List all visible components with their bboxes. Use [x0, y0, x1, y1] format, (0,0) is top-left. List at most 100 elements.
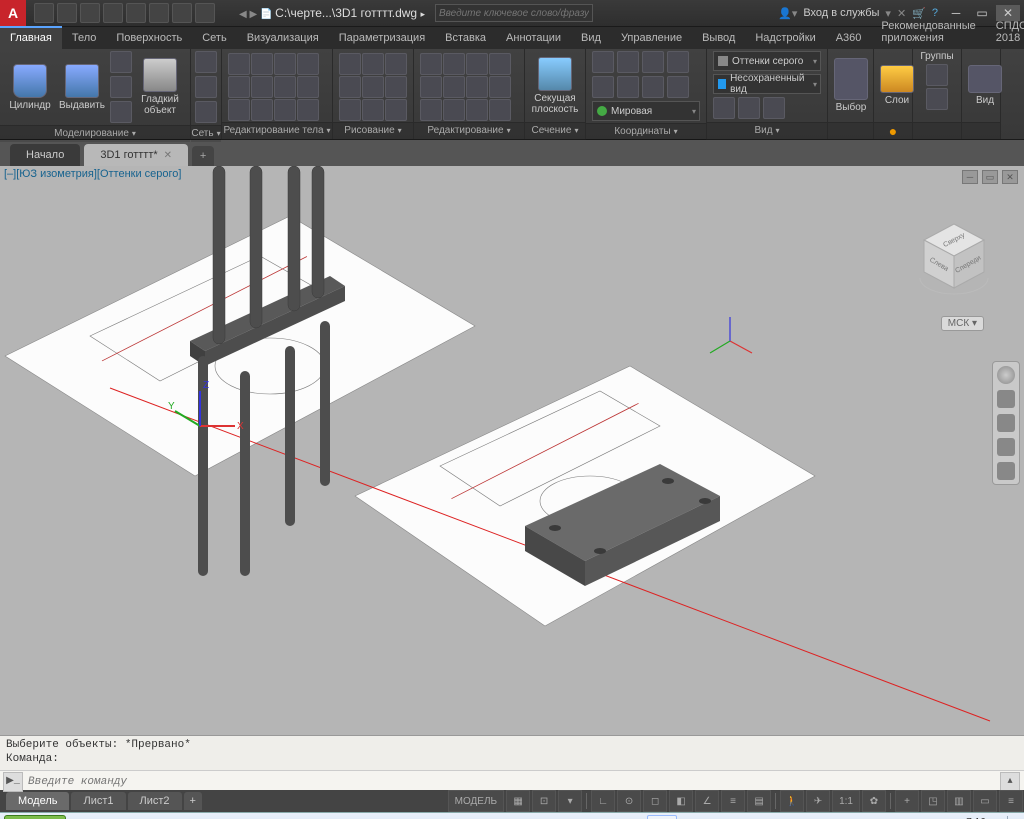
taskbar-chrome[interactable]: [263, 815, 293, 819]
taskbar-app[interactable]: [391, 815, 421, 819]
coord-btn[interactable]: [592, 51, 614, 73]
section-plane-button[interactable]: Секущая плоскость: [531, 57, 579, 115]
ribbon-tab-a360[interactable]: A360: [826, 28, 872, 49]
status-scale[interactable]: 1:1: [832, 790, 860, 812]
ribbon-tab-addins[interactable]: Надстройки: [745, 28, 825, 49]
extrude-button[interactable]: Выдавить: [58, 64, 106, 111]
revolve-button[interactable]: [110, 51, 132, 73]
canvas[interactable]: X Y Z: [0, 166, 1024, 735]
solidedit-btn[interactable]: [251, 53, 273, 75]
status-gear-icon[interactable]: ✿: [862, 790, 886, 812]
status-qp-icon[interactable]: ▥: [947, 790, 971, 812]
draw-btn[interactable]: [339, 99, 361, 121]
qat-saveas[interactable]: [103, 3, 123, 23]
steering-wheel-icon[interactable]: [997, 366, 1015, 384]
ribbon-tab-annotate[interactable]: Аннотации: [496, 28, 571, 49]
doc-tab-drawing[interactable]: 3D1 готттт*✕: [84, 144, 188, 166]
orbit-icon[interactable]: [997, 438, 1015, 456]
taskbar-visio[interactable]: [327, 815, 357, 819]
view-btn[interactable]: [763, 97, 785, 119]
solidedit-btn[interactable]: [297, 53, 319, 75]
doc-tab-start[interactable]: Начало: [10, 144, 80, 166]
status-snap-icon[interactable]: ⊡: [532, 790, 556, 812]
ribbon-tab-spds[interactable]: СПДС 2018: [986, 16, 1024, 49]
ribbon-tab-home[interactable]: Главная: [0, 26, 62, 49]
taskbar-app[interactable]: [103, 815, 133, 819]
qat-redo[interactable]: [172, 3, 192, 23]
layout-tab-2[interactable]: Лист2: [128, 792, 182, 810]
status-otrack-icon[interactable]: ∠: [695, 790, 719, 812]
taskbar-monitor[interactable]: [519, 815, 549, 819]
drawing-viewport[interactable]: [–][ЮЗ изометрия][Оттенки серого] ─ ▭ ✕: [0, 166, 1024, 735]
solidedit-btn[interactable]: [251, 99, 273, 121]
taskbar-app[interactable]: [359, 815, 389, 819]
help-search[interactable]: [435, 4, 593, 22]
smooth-button[interactable]: Гладкий объект: [136, 58, 184, 116]
solidedit-btn[interactable]: [274, 76, 296, 98]
qat-new[interactable]: [34, 3, 54, 23]
selection-button[interactable]: Выбор: [834, 58, 868, 113]
status-walk-icon[interactable]: 🚶: [780, 790, 804, 812]
draw-btn[interactable]: [385, 76, 407, 98]
mesh-btn2[interactable]: [195, 76, 217, 98]
panel-title-modeling[interactable]: Моделирование▾: [0, 125, 190, 142]
ribbon-tab-parametric[interactable]: Параметризация: [329, 28, 435, 49]
status-3dosnap-icon[interactable]: ◧: [669, 790, 693, 812]
help-search-input[interactable]: [435, 4, 593, 22]
panel-title-solidedit[interactable]: Редактирование тела▾: [222, 122, 332, 139]
command-input[interactable]: [26, 775, 997, 789]
pan-icon[interactable]: [997, 390, 1015, 408]
modify-btn[interactable]: [489, 76, 511, 98]
panel-title-mesh[interactable]: Сеть▾: [191, 125, 221, 142]
status-tpy-icon[interactable]: ▤: [747, 790, 771, 812]
cylinder-button[interactable]: Цилиндр: [6, 64, 54, 111]
taskbar-paint[interactable]: [551, 815, 581, 819]
modify-btn[interactable]: [443, 99, 465, 121]
taskbar-calc[interactable]: [455, 815, 485, 819]
draw-btn[interactable]: [385, 99, 407, 121]
taskbar-word[interactable]: [135, 815, 165, 819]
command-toggle-icon[interactable]: ▶_: [3, 772, 23, 792]
layout-tab-add[interactable]: +: [184, 792, 202, 810]
ribbon-tab-manage[interactable]: Управление: [611, 28, 692, 49]
qat-open[interactable]: [57, 3, 77, 23]
draw-btn[interactable]: [362, 99, 384, 121]
solidedit-btn[interactable]: [297, 76, 319, 98]
coord-btn[interactable]: [642, 51, 664, 73]
command-recent-icon[interactable]: ▴: [1000, 772, 1020, 792]
layout-tab-model[interactable]: Модель: [6, 792, 69, 810]
status-clean-icon[interactable]: ▭: [973, 790, 997, 812]
status-model-button[interactable]: МОДЕЛЬ: [448, 790, 504, 812]
qat-plot[interactable]: [126, 3, 146, 23]
status-ortho-icon[interactable]: ∟: [591, 790, 615, 812]
status-custom-icon[interactable]: ≡: [999, 790, 1023, 812]
panel-title-section[interactable]: Сечение▾: [525, 122, 585, 139]
modify-btn[interactable]: [420, 53, 442, 75]
panel-title-view[interactable]: Вид▾: [707, 122, 827, 139]
ribbon-tab-surface[interactable]: Поверхность: [106, 28, 192, 49]
taskbar-app[interactable]: [71, 815, 101, 819]
solidedit-btn[interactable]: [228, 76, 250, 98]
ucs-label[interactable]: МСК ▾: [941, 316, 984, 331]
start-button[interactable]: Пуск: [4, 815, 66, 819]
ribbon-tab-solid[interactable]: Тело: [62, 28, 107, 49]
coord-btn[interactable]: [642, 76, 664, 98]
taskbar-excel[interactable]: [167, 815, 197, 819]
view-btn[interactable]: [738, 97, 760, 119]
sweep-button[interactable]: [110, 101, 132, 123]
mesh-btn3[interactable]: [195, 101, 217, 123]
coord-btn[interactable]: [617, 51, 639, 73]
modify-btn[interactable]: [466, 76, 488, 98]
ribbon-tab-visualize[interactable]: Визуализация: [237, 28, 329, 49]
solidedit-btn[interactable]: [251, 76, 273, 98]
taskbar-app[interactable]: [583, 815, 613, 819]
taskbar-autocad[interactable]: A: [647, 815, 677, 819]
status-fly-icon[interactable]: ✈: [806, 790, 830, 812]
visual-style-combo[interactable]: Оттенки серого: [713, 51, 821, 71]
signin-link[interactable]: Вход в службы: [803, 7, 879, 19]
view-btn[interactable]: [713, 97, 735, 119]
taskbar-app[interactable]: [487, 815, 517, 819]
coord-btn[interactable]: [667, 76, 689, 98]
modify-btn[interactable]: [443, 53, 465, 75]
qat-undo[interactable]: [149, 3, 169, 23]
